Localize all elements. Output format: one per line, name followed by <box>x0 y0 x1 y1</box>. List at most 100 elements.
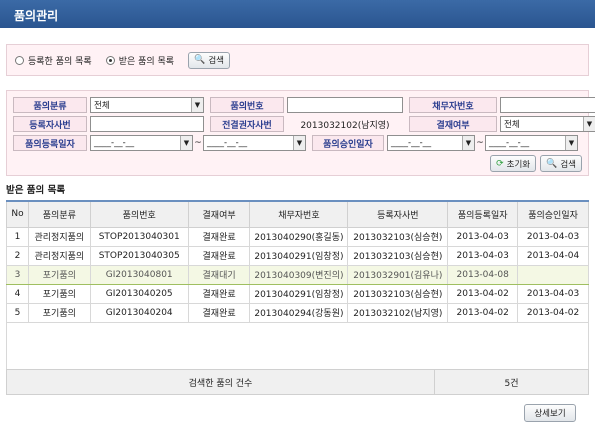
table-cell: 결재완료 <box>187 283 251 304</box>
button-label: 상세보기 <box>534 409 566 419</box>
filter-row-3: 품의등록일자 ____-__-__ ▼ ~ ____-__-__ ▼ 품의승인일… <box>13 134 578 152</box>
category-label: 품의분류 <box>13 97 87 113</box>
category-select[interactable]: 전체 ▼ <box>90 97 204 113</box>
table-cell: 4 <box>6 283 29 304</box>
table-cell: 2013-04-03 <box>447 245 519 266</box>
filter-row-2: 등록자사번 전결권자사번 2013032102(남지영) 결재여부 전체 ▼ <box>13 115 595 133</box>
column-header: 품의등록일자 <box>447 200 519 228</box>
list-mode-selector: 등록한 품의 목록 받은 품의 목록 🔍 검색 <box>6 44 589 76</box>
column-header: 채무자번호 <box>249 200 349 228</box>
table-cell: GI2013040205 <box>89 283 189 304</box>
column-header: No <box>6 200 29 228</box>
table-cell: 결재완료 <box>187 226 251 247</box>
table-cell: 관리정지품의 <box>27 226 91 247</box>
select-value: 전체 <box>94 101 110 111</box>
approver-label: 전결권자사번 <box>210 116 284 132</box>
number-label: 품의번호 <box>210 97 284 113</box>
detail-view-button[interactable]: 상세보기 <box>524 404 576 422</box>
results-table: No 품의분류 품의번호 결재여부 채무자번호 등록자사번 품의등록일자 품의승… <box>6 200 589 323</box>
approval-select[interactable]: 전체 ▼ <box>500 116 595 132</box>
radio-received-list[interactable]: 받은 품의 목록 <box>105 54 175 67</box>
table-footer: 검색한 품의 건수 5건 <box>6 369 589 395</box>
appdate-label: 품의승인일자 <box>312 135 384 151</box>
radio-registered-list[interactable]: 등록한 품의 목록 <box>15 54 92 67</box>
result-count-label: 검색한 품의 건수 <box>188 378 253 389</box>
table-row[interactable]: 1 관리정지품의 STOP2013040301 결재완료 2013040290(홍길동)… <box>6 226 589 247</box>
table-cell: 3 <box>6 264 29 285</box>
table-cell: 2013-04-04 <box>517 245 589 266</box>
table-cell: 2013032103(심승현) <box>347 283 449 304</box>
result-count-value: 5건 <box>434 370 588 394</box>
table-row[interactable]: 4 포기품의 GI2013040205 결재완료 2013040291(임창정) 2013… <box>6 283 589 304</box>
search-button[interactable]: 🔍 검색 <box>540 155 582 172</box>
chevron-down-icon: ▼ <box>293 136 305 150</box>
search-icon: 🔍 <box>546 158 558 169</box>
table-cell: 2013040309(변진의) <box>249 264 349 285</box>
date-value: ____-__-__ <box>489 138 530 148</box>
table-cell: 2013-04-02 <box>447 283 519 304</box>
table-cell: 2013040290(홍길동) <box>249 226 349 247</box>
chevron-down-icon: ▼ <box>583 117 595 131</box>
button-label: 검색 <box>560 159 576 170</box>
table-cell: 결재대기 <box>187 264 251 285</box>
chevron-down-icon: ▼ <box>462 136 474 150</box>
column-header: 품의번호 <box>89 200 189 228</box>
chevron-down-icon: ▼ <box>565 136 577 150</box>
table-cell <box>517 264 589 285</box>
column-header: 결재여부 <box>187 200 251 228</box>
chevron-down-icon: ▼ <box>180 136 192 150</box>
column-header: 품의분류 <box>27 200 91 228</box>
mode-search-button[interactable]: 🔍 검색 <box>188 51 230 69</box>
regdate-label: 품의등록일자 <box>13 135 87 151</box>
range-tilde: ~ <box>476 138 484 148</box>
page-title: 품의관리 <box>14 9 59 23</box>
table-cell: 2013-04-08 <box>447 264 519 285</box>
table-cell: STOP2013040305 <box>89 245 189 266</box>
appdate-to-picker[interactable]: ____-__-__ ▼ <box>485 135 578 151</box>
table-row[interactable]: 3 포기품의 GI2013040801 결재대기 2013040309(변진의) 2013… <box>6 264 589 285</box>
refresh-icon: ⟳ <box>496 158 504 169</box>
filter-row-1: 품의분류 전체 ▼ 품의번호 채무자번호 <box>13 96 595 114</box>
radio-icon <box>105 55 115 65</box>
date-value: ____-__-__ <box>391 138 432 148</box>
table-cell: STOP2013040301 <box>89 226 189 247</box>
registrant-label: 등록자사번 <box>13 116 87 132</box>
table-cell: 2013040291(임창정) <box>249 245 349 266</box>
table-cell: 2013-04-03 <box>447 226 519 247</box>
table-cell: GI2013040801 <box>89 264 189 285</box>
table-cell: 2013032103(심승현) <box>347 226 449 247</box>
table-cell: 2013032103(심승현) <box>347 245 449 266</box>
table-row[interactable]: 2 관리정지품의 STOP2013040305 결재완료 2013040291(임창정)… <box>6 245 589 266</box>
table-cell: 2013-04-03 <box>517 283 589 304</box>
regdate-from-picker[interactable]: ____-__-__ ▼ <box>90 135 193 151</box>
date-value: ____-__-__ <box>207 138 248 148</box>
search-icon: 🔍 <box>194 55 206 65</box>
column-header: 등록자사번 <box>347 200 449 228</box>
select-value: 전체 <box>504 120 520 130</box>
debtor-input[interactable] <box>500 97 595 113</box>
table-cell: 2013040291(임창정) <box>249 283 349 304</box>
table-cell: 관리정지품의 <box>27 245 91 266</box>
search-actions: ⟳ 초기화 🔍 검색 <box>490 155 582 172</box>
registrant-input[interactable] <box>90 116 204 132</box>
reset-button[interactable]: ⟳ 초기화 <box>490 155 537 172</box>
table-cell: 2013032901(김유나) <box>347 264 449 285</box>
title-bar: 품의관리 <box>0 0 595 28</box>
table-cell: 결재완료 <box>187 245 251 266</box>
radio-label: 받은 품의 목록 <box>118 56 175 67</box>
approval-label: 결재여부 <box>409 116 497 132</box>
list-title: 받은 품의 목록 <box>6 185 66 196</box>
table-header-row: No 품의분류 품의번호 결재여부 채무자번호 등록자사번 품의등록일자 품의승… <box>6 200 589 228</box>
table-cell: 포기품의 <box>27 283 91 304</box>
radio-label: 등록한 품의 목록 <box>28 56 92 67</box>
search-panel: 품의분류 전체 ▼ 품의번호 채무자번호 등록자사번 전결권자사번 201303… <box>6 90 595 176</box>
appdate-from-picker[interactable]: ____-__-__ ▼ <box>387 135 475 151</box>
approver-value: 2013032102(남지영) <box>300 120 390 131</box>
column-header: 품의승인일자 <box>517 200 589 228</box>
table-cell: 2013-04-03 <box>517 226 589 247</box>
table-empty-area <box>6 319 589 369</box>
regdate-to-picker[interactable]: ____-__-__ ▼ <box>203 135 306 151</box>
range-tilde: ~ <box>194 138 202 148</box>
number-input[interactable] <box>287 97 403 113</box>
table-cell: 포기품의 <box>27 264 91 285</box>
